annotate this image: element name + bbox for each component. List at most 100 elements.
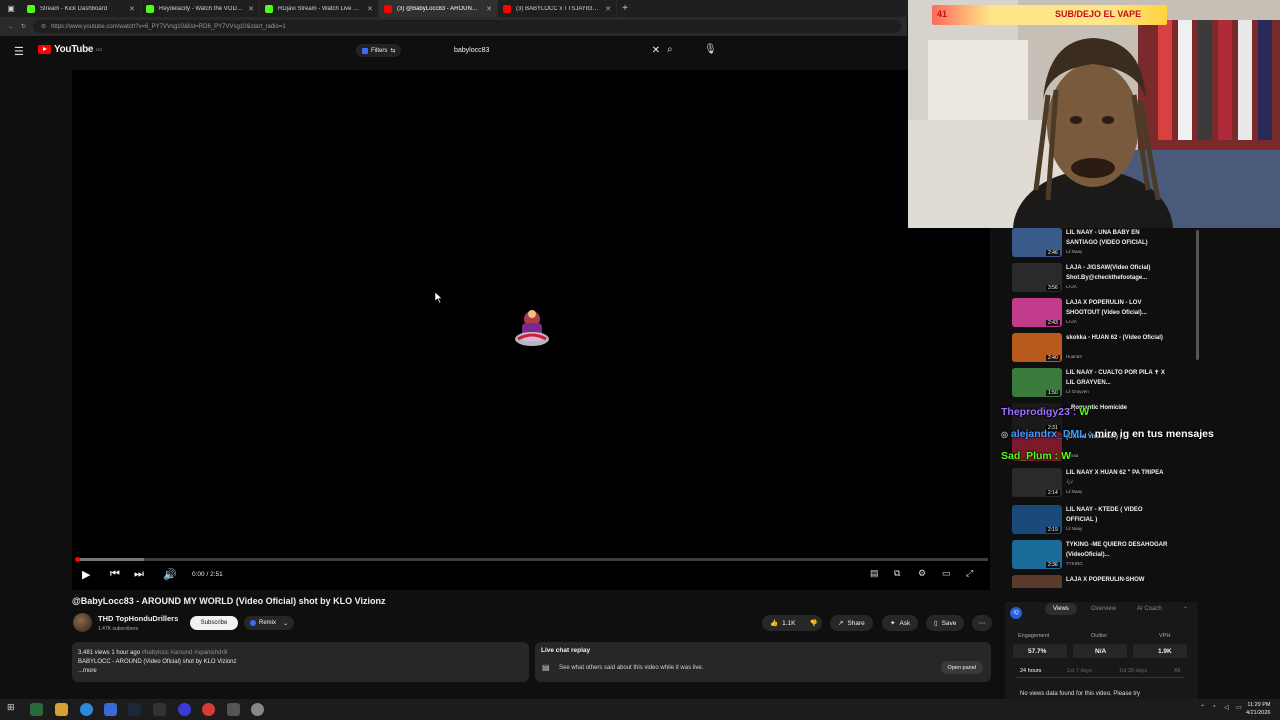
next-icon[interactable]: ⏭ [134, 568, 144, 581]
video-title[interactable]: LIL NAAY - KTEDE ( VIDEO OFFICIAL ) [1066, 505, 1170, 525]
tab-ai-coach[interactable]: AI Coach [1137, 606, 1162, 612]
range-24h[interactable]: 24 hours [1020, 668, 1041, 674]
close-tab-icon[interactable]: ✕ [248, 5, 254, 13]
fullscreen-icon[interactable]: ⤢ [966, 568, 973, 579]
video-title[interactable]: LIL NAAY - UNA BABY EN SANTIAGO (VIDEO O… [1066, 228, 1170, 248]
description-box[interactable]: 3,481 views 1 hour ago #babylocc #around… [72, 642, 529, 682]
recommendation-item[interactable]: 1:50 LIL NAAY - CUALTO POR PILA ✝ X LIL G… [1010, 368, 1200, 401]
recommendation-item[interactable]: 2:40 skokka - HUAN 62 - (Video Oficial) Hu… [1010, 333, 1200, 366]
open-panel-button[interactable]: Open panel [940, 661, 983, 674]
channel-name[interactable]: THD TopHonduDrillers [98, 614, 178, 623]
browser-tab-1[interactable]: Reydelacity - Watch the VOD on K ✕ [141, 0, 260, 17]
window-menu-icon[interactable]: ▣ [0, 4, 22, 13]
recommendation-item[interactable]: 3:56 LAJA - JIGSAW(Video Oficial) Shot.By… [1010, 263, 1200, 296]
file-explorer-icon[interactable] [55, 703, 68, 716]
search-icon[interactable]: ⌕ [667, 44, 673, 55]
more-actions-button[interactable]: ⋯ [972, 615, 992, 631]
new-tab-button[interactable]: + [617, 3, 633, 14]
channel-name[interactable]: Lil Grayven [1066, 389, 1089, 394]
previous-icon[interactable]: ⏮ [110, 568, 120, 581]
search-input[interactable]: babylocc83 ✕ [446, 42, 664, 59]
channel-name[interactable]: Lil Naay [1066, 249, 1082, 254]
ask-button[interactable]: ✦ Ask [882, 615, 919, 631]
channel-name[interactable]: Lil Naay [1066, 526, 1082, 531]
microphone-icon[interactable]: 🎙 [704, 44, 717, 55]
play-icon[interactable]: ▶ [82, 568, 90, 581]
video-title[interactable]: TYKING -ME QUIERO DESAHOGAR (VideoOficia… [1066, 540, 1170, 560]
volume-icon[interactable]: 🔊 [163, 568, 177, 581]
close-tab-icon[interactable]: ✕ [486, 5, 492, 13]
recommendation-item[interactable]: 2:43 LAJA X POPERULIN - LOV SHOOTOUT (Vid… [1010, 298, 1200, 331]
video-title[interactable]: LIL NAAY X HUAN 62 " PA TRIPEA 🎶 [1066, 468, 1170, 488]
battery-icon[interactable]: ▭ [1236, 704, 1242, 711]
video-title[interactable]: LAJA X POPERULIN - LOV SHOOTOUT (Video O… [1066, 298, 1170, 318]
kick-icon [146, 4, 154, 13]
range-28d[interactable]: 1st 28 days [1119, 668, 1147, 674]
menu-icon[interactable]: ☰ [14, 45, 24, 58]
site-info-icon[interactable]: ⊜ [41, 23, 46, 30]
reload-icon[interactable]: ↻ [21, 23, 26, 30]
video-title[interactable]: skokka - HUAN 62 - (Video Oficial) [1066, 333, 1170, 343]
seek-bar[interactable] [75, 557, 988, 562]
app-icon[interactable] [178, 703, 191, 716]
steam-icon[interactable] [128, 703, 141, 716]
app-icon[interactable] [104, 703, 117, 716]
close-tab-icon[interactable]: ✕ [367, 5, 373, 13]
channel-avatar[interactable] [73, 613, 92, 632]
calendar-icon[interactable] [227, 703, 240, 716]
obs-icon[interactable] [202, 703, 215, 716]
captions-icon[interactable]: ⧉ [894, 568, 900, 579]
recommendations-scrollbar[interactable] [1196, 230, 1199, 360]
channel-name[interactable]: LAJA [1066, 284, 1077, 289]
tab-overview[interactable]: Overview [1091, 606, 1116, 612]
theater-mode-icon[interactable]: ▭ [942, 568, 951, 579]
channel-name[interactable]: Huan62 [1066, 354, 1082, 359]
url-field[interactable]: ⊜ https://www.youtube.com/watch?v=6_PY7V… [33, 20, 901, 33]
close-tab-icon[interactable]: ✕ [129, 5, 135, 13]
clear-search-icon[interactable]: ✕ [652, 45, 660, 56]
channel-name[interactable]: LAJA [1066, 319, 1077, 324]
recommendation-item[interactable]: 2:19 LIL NAAY - KTEDE ( VIDEO OFFICIAL ) L… [1010, 505, 1200, 538]
system-clock[interactable]: 11:29 PM 4/21/2026 [1246, 701, 1270, 717]
video-thumbnail[interactable] [1012, 575, 1062, 588]
browser-tab-0[interactable]: Stream - Kick Dashboard ✕ [22, 0, 141, 17]
filters-button[interactable]: Filters ⇆ [356, 44, 402, 57]
seek-handle[interactable] [75, 557, 80, 562]
video-title[interactable]: LAJA - JIGSAW(Video Oficial) Shot.By@che… [1066, 263, 1170, 283]
show-more-link[interactable]: ...more [78, 666, 523, 676]
youtube-logo[interactable]: YouTube DO [38, 44, 102, 55]
like-button[interactable]: 👍 1.1K 👎 [762, 615, 822, 631]
wifi-icon[interactable]: ◔ [1212, 704, 1216, 710]
remix-button[interactable]: Remix ⌄ [244, 616, 295, 630]
channel-name[interactable]: TYKING [1066, 561, 1083, 566]
back-icon[interactable]: ← [8, 24, 14, 30]
video-title[interactable]: LAJA X POPERULIN-SHOW [1066, 575, 1170, 585]
browser-tab-4[interactable]: (3) BABYLOCC x TTSJAY83 - EVIL ✕ [498, 0, 617, 17]
recommendation-item[interactable]: 2:46 LIL NAAY - UNA BABY EN SANTIAGO (VID… [1010, 228, 1200, 261]
app-icon[interactable] [153, 703, 166, 716]
range-7d[interactable]: 1st 7 days [1067, 668, 1092, 674]
tray-chevron-icon[interactable]: ⌃ [1200, 704, 1205, 711]
settings-gear-icon[interactable]: ⚙ [918, 568, 926, 579]
browser-icon[interactable] [80, 703, 93, 716]
recommendation-item[interactable]: 2:14 LIL NAAY X HUAN 62 " PA TRIPEA 🎶 Lil … [1010, 468, 1200, 501]
channel-name[interactable]: Lil Naay [1066, 489, 1082, 494]
chevron-up-icon[interactable]: ⌃ [1183, 606, 1188, 613]
range-all[interactable]: All [1174, 668, 1180, 674]
ai-summary-icon[interactable]: ▤ [870, 568, 879, 579]
recommendation-item[interactable]: LAJA X POPERULIN-SHOW [1010, 575, 1200, 588]
video-title[interactable]: LIL NAAY - CUALTO POR PILA ✝ X LIL GRAYV… [1066, 368, 1170, 388]
recommendation-item[interactable]: 2:36 TYKING -ME QUIERO DESAHOGAR (VideoOf… [1010, 540, 1200, 573]
share-button[interactable]: ↗ Share [830, 615, 873, 631]
save-button[interactable]: ▯ Save [926, 615, 965, 631]
close-tab-icon[interactable]: ✕ [605, 5, 611, 13]
app-icon[interactable] [251, 703, 264, 716]
thumbs-down-icon[interactable]: 👎 [809, 619, 817, 627]
browser-tab-3[interactable]: (3) @BabyLocc83 - AROUND MY ✕ [379, 0, 498, 17]
app-icon[interactable] [30, 703, 43, 716]
browser-tab-2[interactable]: RDjavi Stream - Watch Live on Ki ✕ [260, 0, 379, 17]
tab-views[interactable]: Views [1045, 603, 1077, 615]
subscribe-button[interactable]: Subscribe [190, 616, 238, 630]
windows-start-icon[interactable]: ⊞ [7, 702, 15, 713]
speaker-icon[interactable]: ◁ [1224, 704, 1229, 711]
